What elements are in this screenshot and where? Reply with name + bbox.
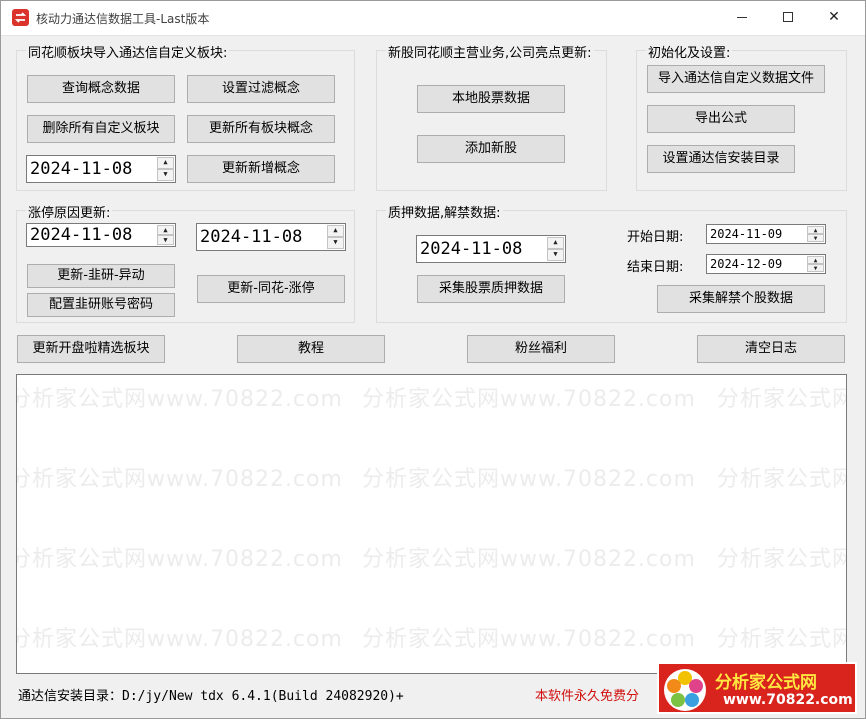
spin-up-icon[interactable]: ▲ [807, 256, 824, 264]
start-date-spinner[interactable]: ▲ ▼ [807, 226, 824, 242]
group-limit-up-title: 涨停原因更新: [26, 202, 113, 221]
watermark-text: 分析家公式网www.70822.com [362, 387, 696, 412]
site-logo: 分析家公式网 www.70822.com [657, 662, 857, 714]
query-concepts-button[interactable]: 查询概念数据 [27, 75, 175, 103]
limit-up-date-left-value: 2024-11-08 [30, 225, 133, 245]
flower-logo-icon [664, 669, 706, 711]
import-date-value: 2024-11-08 [30, 159, 133, 179]
pledge-date-value: 2024-11-08 [420, 239, 523, 259]
maximize-icon [783, 12, 793, 22]
start-date-value: 2024-11-09 [710, 227, 783, 241]
add-new-stock-button[interactable]: 添加新股 [417, 135, 565, 163]
collect-pledge-button[interactable]: 采集股票质押数据 [417, 275, 565, 303]
start-date-picker[interactable]: 2024-11-09 ▲ ▼ [706, 224, 826, 244]
minimize-icon [737, 16, 747, 18]
end-date-value: 2024-12-09 [710, 257, 783, 271]
watermark-text: 分析家公式网www.70822.com [16, 467, 343, 492]
end-date-spinner[interactable]: ▲ ▼ [807, 256, 824, 272]
import-tdx-custom-file-button[interactable]: 导入通达信自定义数据文件 [647, 65, 825, 93]
main-window: 核动力通达信数据工具-Last版本 ✕ 同花顺板块导入通达信自定义板块: 查询概… [0, 0, 866, 719]
watermark-text: 分析家公式网www.70822.com [717, 467, 846, 492]
update-jiuyan-button[interactable]: 更新-韭研-异动 [27, 264, 175, 288]
close-button[interactable]: ✕ [811, 1, 857, 35]
end-date-label: 结束日期: [627, 260, 684, 275]
update-new-concepts-button[interactable]: 更新新增概念 [187, 155, 335, 183]
watermark-text: 分析家公式网www.70822.com [717, 627, 846, 652]
maximize-button[interactable] [765, 1, 811, 35]
app-icon [12, 9, 29, 26]
end-date-picker[interactable]: 2024-12-09 ▲ ▼ [706, 254, 826, 274]
spin-down-icon[interactable]: ▼ [157, 169, 174, 181]
set-tdx-dir-button[interactable]: 设置通达信安装目录 [647, 145, 795, 173]
logo-url: www.70822.com [723, 692, 853, 708]
local-stock-data-button[interactable]: 本地股票数据 [417, 85, 565, 113]
spin-down-icon[interactable]: ▼ [157, 235, 174, 245]
clear-log-button[interactable]: 清空日志 [697, 335, 845, 363]
spin-down-icon[interactable]: ▼ [807, 234, 824, 242]
group-init-title: 初始化及设置: [646, 42, 733, 61]
spin-up-icon[interactable]: ▲ [157, 157, 174, 169]
group-new-stock-title: 新股同花顺主营业务,公司亮点更新: [386, 42, 594, 61]
pledge-date-spinner[interactable]: ▲ ▼ [547, 237, 564, 261]
title-bar: 核动力通达信数据工具-Last版本 ✕ [1, 1, 865, 35]
logo-name: 分析家公式网 [715, 673, 817, 693]
watermark-text: 分析家公式网www.70822.com [717, 547, 846, 572]
log-textarea[interactable]: 分析家公式网www.70822.com 分析家公式网www.70822.com … [16, 374, 847, 674]
window-title: 核动力通达信数据工具-Last版本 [36, 12, 210, 26]
start-date-label: 开始日期: [627, 230, 684, 245]
group-pledge-title: 质押数据,解禁数据: [386, 202, 503, 221]
minimize-button[interactable] [719, 1, 765, 35]
export-formula-button[interactable]: 导出公式 [647, 105, 795, 133]
tutorial-button[interactable]: 教程 [237, 335, 385, 363]
spin-up-icon[interactable]: ▲ [807, 226, 824, 234]
fans-benefit-button[interactable]: 粉丝福利 [467, 335, 615, 363]
limit-up-date-right[interactable]: 2024-11-08 ▲ ▼ [196, 223, 346, 251]
update-kaipanla-button[interactable]: 更新开盘啦精选板块 [17, 335, 165, 363]
group-import-title: 同花顺板块导入通达信自定义板块: [26, 42, 230, 61]
import-date-spinner[interactable]: ▲ ▼ [157, 157, 174, 181]
update-ths-limit-up-button[interactable]: 更新-同花-涨停 [197, 275, 345, 303]
limit-up-date-left-spinner[interactable]: ▲ ▼ [157, 225, 174, 245]
update-all-concepts-button[interactable]: 更新所有板块概念 [187, 115, 335, 143]
config-jiuyan-account-button[interactable]: 配置韭研账号密码 [27, 293, 175, 317]
pledge-date-picker[interactable]: 2024-11-08 ▲ ▼ [416, 235, 566, 263]
install-dir-status: 通达信安装目录：D:/jy/New tdx 6.4.1(Build 240829… [18, 689, 404, 704]
delete-custom-blocks-button[interactable]: 删除所有自定义板块 [27, 115, 175, 143]
spin-down-icon[interactable]: ▼ [807, 264, 824, 272]
limit-up-date-left[interactable]: 2024-11-08 ▲ ▼ [26, 223, 176, 247]
spin-down-icon[interactable]: ▼ [327, 237, 344, 249]
spin-up-icon[interactable]: ▲ [327, 225, 344, 237]
spin-up-icon[interactable]: ▲ [157, 225, 174, 235]
spin-up-icon[interactable]: ▲ [547, 237, 564, 249]
spin-down-icon[interactable]: ▼ [547, 249, 564, 261]
import-date-picker[interactable]: 2024-11-08 ▲ ▼ [26, 155, 176, 183]
collect-unlock-button[interactable]: 采集解禁个股数据 [657, 285, 825, 313]
watermark-text: 分析家公式网www.70822.com [16, 627, 343, 652]
watermark-text: 分析家公式网www.70822.com [362, 627, 696, 652]
group-new-stock [376, 50, 607, 191]
close-icon: ✕ [828, 9, 840, 25]
set-filter-button[interactable]: 设置过滤概念 [187, 75, 335, 103]
watermark-text: 分析家公式网www.70822.com [16, 387, 343, 412]
watermark-text: 分析家公式网www.70822.com [717, 387, 846, 412]
title-divider [1, 35, 865, 36]
watermark-text: 分析家公式网www.70822.com [16, 547, 343, 572]
watermark-text: 分析家公式网www.70822.com [362, 547, 696, 572]
limit-up-date-right-value: 2024-11-08 [200, 227, 303, 247]
free-notice: 本软件永久免费分 [535, 689, 640, 704]
limit-up-date-right-spinner[interactable]: ▲ ▼ [327, 225, 344, 249]
watermark-text: 分析家公式网www.70822.com [362, 467, 696, 492]
